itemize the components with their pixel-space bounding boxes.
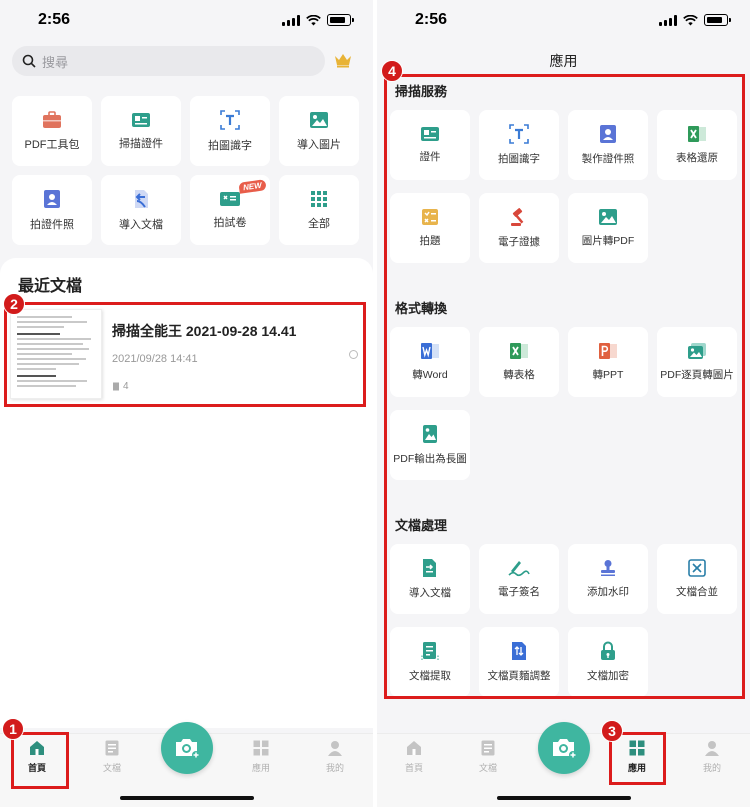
status-bar: 2:56 [0, 0, 373, 40]
tool-import-document[interactable]: 導入文檔 [101, 175, 181, 245]
import-document-icon [135, 189, 148, 208]
camera-button[interactable] [538, 722, 590, 774]
search-placeholder: 搜尋 [42, 54, 69, 70]
text-recognition-icon [220, 109, 240, 130]
crown-icon[interactable] [333, 52, 353, 68]
home-indicator [497, 796, 631, 800]
tool-ocr[interactable]: 拍圖識字 [190, 96, 270, 166]
annotation-box-doc [4, 302, 366, 407]
tab-bar: 首頁 文檔 應用 我的 [377, 722, 750, 807]
annotation-number: 2 [3, 293, 25, 315]
battery-icon [704, 14, 731, 26]
camera-button[interactable] [161, 722, 213, 774]
tool-grid: PDF工具包 掃描證件 拍圖識字 導入圖片 拍證件照 導入文檔 NEW 拍試卷 [12, 96, 361, 245]
profile-icon [328, 741, 342, 756]
exam-icon [220, 191, 240, 206]
tool-all[interactable]: 全部 [279, 175, 359, 245]
annotation-number: 3 [601, 720, 623, 742]
document-icon [481, 740, 495, 756]
tool-scan-id[interactable]: 掃描證件 [101, 96, 181, 166]
search-input[interactable]: 搜尋 [12, 46, 325, 76]
tab-profile[interactable]: 我的 [687, 740, 737, 774]
signal-icon [282, 14, 300, 26]
briefcase-icon [43, 110, 61, 128]
tool-exam[interactable]: NEW 拍試卷 [190, 175, 270, 245]
battery-icon [327, 14, 354, 26]
tool-pdf-toolkit[interactable]: PDF工具包 [12, 96, 92, 166]
camera-icon [553, 739, 577, 759]
tool-id-photo[interactable]: 拍證件照 [12, 175, 92, 245]
status-time: 2:56 [38, 11, 71, 28]
grid-dots-icon [311, 190, 327, 207]
tool-import-image[interactable]: 導入圖片 [279, 96, 359, 166]
home-screen: 2:56 搜尋 PDF工具包 掃描證件 拍圖識字 導入圖片 拍證件照 導入文檔 … [0, 0, 373, 807]
wifi-icon [306, 14, 321, 25]
new-badge: NEW [238, 179, 267, 194]
tab-profile[interactable]: 我的 [310, 740, 360, 774]
annotation-box-home-tab [11, 732, 69, 789]
signal-icon [659, 14, 677, 26]
profile-icon [705, 741, 719, 756]
annotation-box-apps [384, 74, 745, 699]
id-card-icon [132, 112, 150, 127]
document-icon [105, 740, 119, 756]
home-icon [407, 741, 421, 755]
page-title: 應用 [549, 53, 578, 69]
annotation-number: 4 [381, 60, 403, 82]
home-indicator [120, 796, 254, 800]
camera-icon [176, 739, 200, 759]
tab-documents[interactable]: 文檔 [463, 740, 513, 774]
image-icon [310, 111, 328, 128]
tab-home[interactable]: 首頁 [389, 740, 439, 774]
annotation-number: 1 [2, 718, 24, 740]
apps-screen: 2:56 應用 掃描服務 證件 拍圖識字 製作證件照 表格還原 拍題 電子證據 … [377, 0, 750, 807]
tab-documents[interactable]: 文檔 [87, 740, 137, 774]
tab-apps[interactable]: 應用 [236, 740, 286, 774]
status-bar: 2:56 [377, 0, 750, 40]
portrait-icon [44, 189, 60, 208]
search-icon [22, 54, 36, 68]
apps-grid-icon [253, 740, 269, 756]
status-time: 2:56 [415, 11, 448, 28]
recent-title: 最近文檔 [18, 278, 83, 295]
wifi-icon [683, 14, 698, 25]
